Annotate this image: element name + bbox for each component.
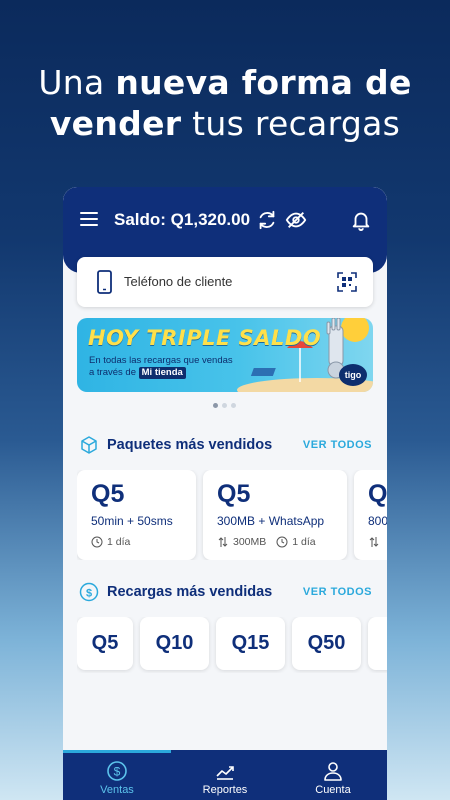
recharges-title: Recargas más vendidas bbox=[107, 583, 273, 600]
tab-label: Ventas bbox=[100, 784, 134, 796]
headline-line1-bold: nueva forma de bbox=[115, 63, 412, 102]
menu-icon[interactable] bbox=[80, 212, 98, 226]
package-description: 800 bbox=[368, 514, 387, 528]
headline-line2-light: tus recargas bbox=[192, 104, 401, 143]
tab-cuenta[interactable]: Cuenta bbox=[279, 750, 387, 800]
recharge-option[interactable]: Q50 bbox=[292, 617, 361, 670]
clock-icon bbox=[91, 536, 103, 548]
banner-subtitle: En todas las recargas que vendas a travé… bbox=[89, 355, 239, 379]
carousel-dots bbox=[213, 403, 236, 408]
svg-text:$: $ bbox=[86, 588, 92, 600]
package-price: Q5 bbox=[217, 480, 251, 508]
refresh-icon[interactable] bbox=[256, 209, 278, 231]
package-description: 300MB + WhatsApp bbox=[217, 514, 325, 528]
headline-line2-bold: vender bbox=[49, 104, 182, 143]
banner-title: HOY TRIPLE SALDO bbox=[88, 326, 322, 350]
svg-text:$: $ bbox=[114, 765, 121, 779]
packages-carousel[interactable]: Q5 50min + 50sms 1 día Q5 300MB + WhatsA… bbox=[77, 470, 387, 560]
recharges-section-title: $ Recargas más vendidas bbox=[79, 582, 272, 602]
packages-title: Paquetes más vendidos bbox=[107, 436, 273, 453]
recharges-carousel[interactable]: Q5 Q10 Q15 Q50 V bbox=[77, 617, 387, 673]
package-card[interactable]: Q5 300MB + WhatsApp 300MB 1 día bbox=[203, 470, 347, 560]
package-validity: 1 día bbox=[91, 536, 130, 548]
data-transfer-icon bbox=[369, 537, 379, 547]
customer-phone-field[interactable]: Teléfono de cliente bbox=[77, 257, 373, 307]
carousel-dot[interactable] bbox=[222, 403, 227, 408]
recharge-option[interactable]: Q5 bbox=[77, 617, 133, 670]
clock-icon bbox=[276, 536, 288, 548]
banner-brand: Mi tienda bbox=[138, 367, 186, 379]
package-price: Q5 bbox=[91, 480, 125, 508]
package-details: 300MB 1 día bbox=[217, 536, 316, 548]
recharge-option[interactable]: Q10 bbox=[140, 617, 209, 670]
package-icon bbox=[81, 436, 97, 454]
dollar-circle-icon: $ bbox=[79, 582, 99, 602]
carousel-dot[interactable] bbox=[213, 403, 218, 408]
dollar-circle-icon: $ bbox=[107, 761, 127, 781]
bell-icon[interactable] bbox=[350, 209, 372, 231]
chart-icon bbox=[216, 766, 234, 780]
package-validity-text: 1 día bbox=[292, 536, 316, 548]
headline: Una nueva forma de vender tus recargas bbox=[0, 62, 450, 144]
eye-off-icon[interactable] bbox=[285, 209, 307, 231]
tab-label: Cuenta bbox=[315, 784, 351, 796]
package-description: 50min + 50sms bbox=[91, 514, 173, 528]
mobile-phone-icon bbox=[97, 270, 112, 294]
tab-reportes[interactable]: Reportes bbox=[171, 750, 279, 800]
recharge-option[interactable]: V bbox=[368, 617, 387, 670]
tab-ventas[interactable]: $ Ventas bbox=[63, 750, 171, 800]
qr-scan-icon[interactable] bbox=[337, 272, 357, 292]
package-price: Q bbox=[368, 480, 387, 508]
packages-section-title: Paquetes más vendidos bbox=[79, 435, 272, 455]
package-card[interactable]: Q5 50min + 50sms 1 día bbox=[77, 470, 196, 560]
recharge-option[interactable]: Q15 bbox=[216, 617, 285, 670]
promo-banner[interactable]: HOY TRIPLE SALDO En todas las recargas q… bbox=[77, 318, 373, 392]
package-details bbox=[368, 536, 380, 548]
package-card[interactable]: Q 800 bbox=[354, 470, 387, 560]
data-transfer-icon bbox=[218, 537, 228, 547]
package-validity-text: 1 día bbox=[107, 536, 131, 548]
customer-phone-placeholder: Teléfono de cliente bbox=[124, 274, 233, 289]
user-icon bbox=[324, 762, 342, 781]
phone-screen: Saldo: Q1,320.00 Teléfono de cliente HOY… bbox=[63, 187, 387, 800]
headline-line1-light: Una bbox=[38, 63, 105, 102]
balance-label: Saldo: Q1,320.00 bbox=[114, 210, 251, 229]
carousel-dot[interactable] bbox=[231, 403, 236, 408]
bottom-tab-bar: $ Ventas Reportes Cuenta bbox=[63, 750, 387, 800]
tab-label: Reportes bbox=[202, 784, 248, 796]
tigo-logo: tigo bbox=[339, 364, 367, 386]
package-data-text: 300MB bbox=[233, 536, 267, 548]
recharges-see-all-link[interactable]: VER TODOS bbox=[303, 586, 372, 598]
packages-see-all-link[interactable]: VER TODOS bbox=[303, 439, 372, 451]
